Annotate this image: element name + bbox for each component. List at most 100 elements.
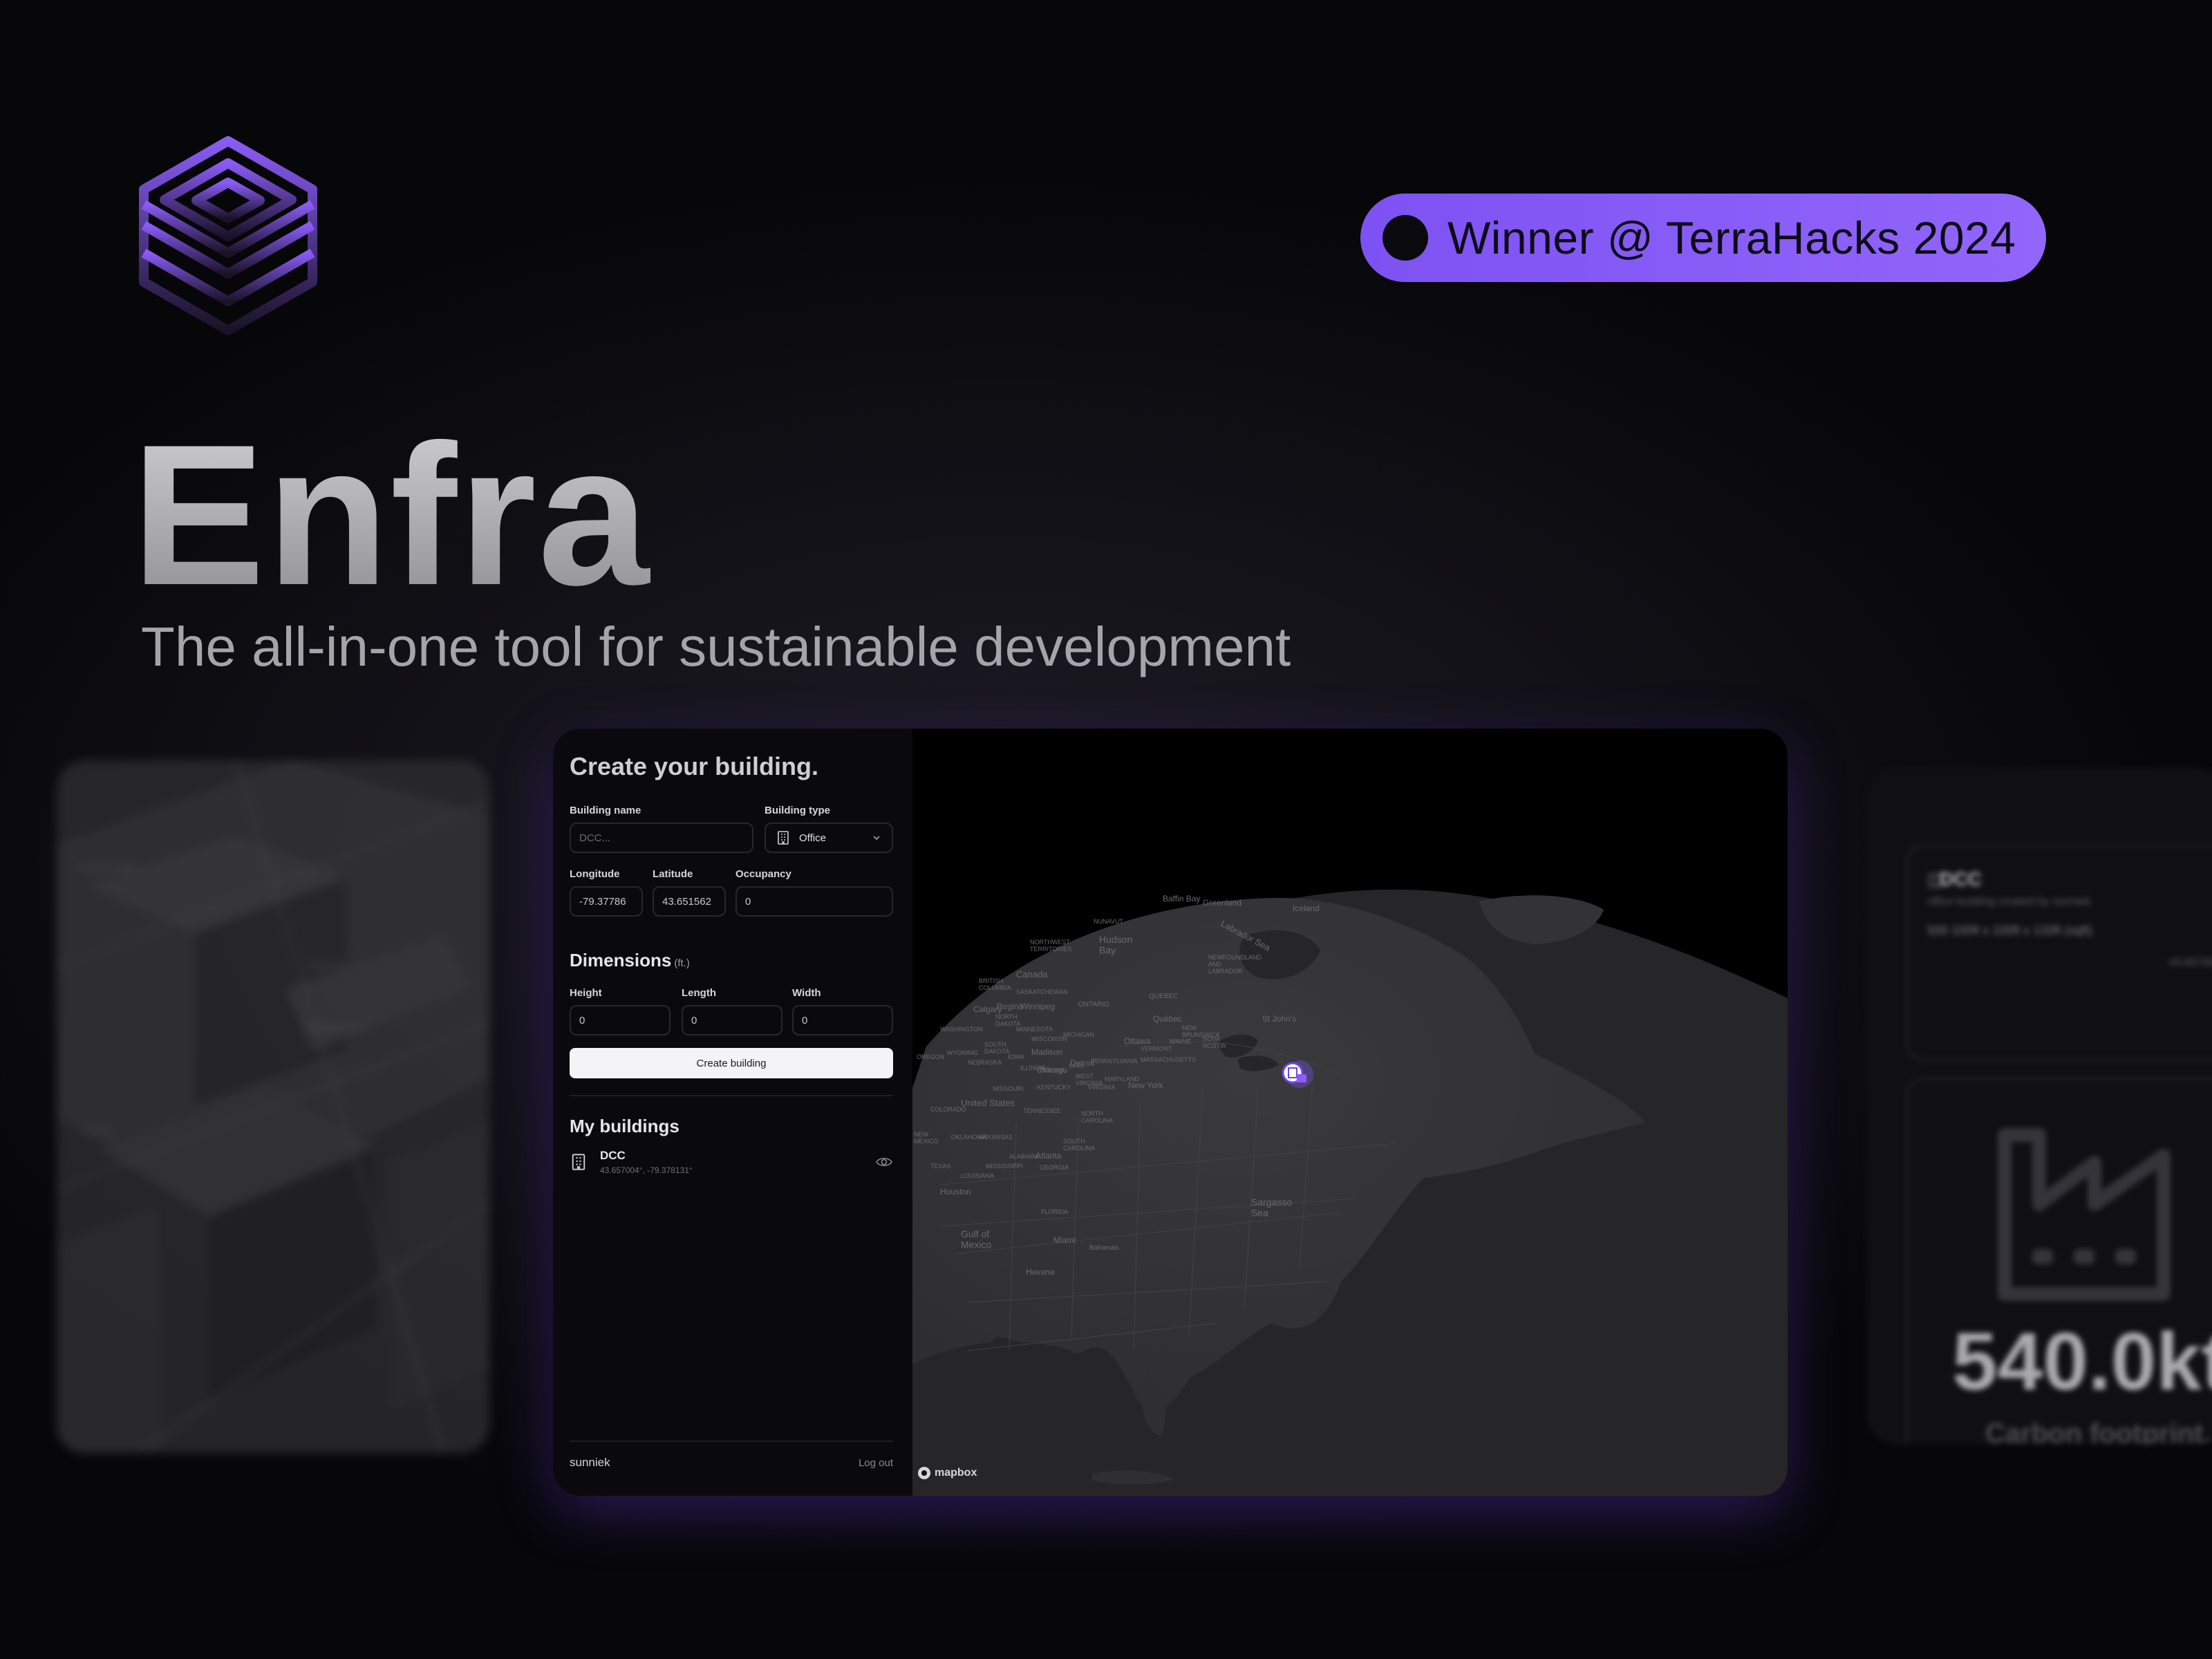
- dimensions-unit: (ft.): [674, 957, 690, 969]
- map-label-colorado: COLORADO: [930, 1106, 966, 1113]
- street-label: Gerrard St W: [77, 862, 135, 873]
- map-label-ohio: OHIO: [1069, 1062, 1085, 1069]
- map-label-arkansas: ARKANSAS: [979, 1134, 1013, 1141]
- building-type-value: Office: [799, 832, 826, 844]
- building-detail-preview-card: ◫ DCC office building created by sunniek…: [1866, 767, 2212, 1445]
- create-building-button[interactable]: Create building: [570, 1048, 893, 1078]
- map-label-missouri: MISSOURI: [993, 1085, 1024, 1092]
- map-label-madison: Madison: [1031, 1047, 1062, 1057]
- building-icon: [778, 831, 789, 845]
- map-label-saskatchewan: SASKATCHEWAN: [1016, 988, 1068, 995]
- chevron-down-icon: [873, 836, 880, 841]
- map-label-indiana: INDIANA: [1040, 1067, 1065, 1074]
- map-label-ontario: ONTARIO: [1078, 1001, 1109, 1009]
- map-label-houston: Houston: [940, 1187, 971, 1197]
- building-name-input[interactable]: [570, 823, 753, 853]
- width-input[interactable]: [792, 1005, 893, 1035]
- map-label-northwest-territories: NORTHWEST TERRITORIES: [1030, 939, 1071, 953]
- building-summary-panel: ◫ DCC office building created by sunniek…: [1906, 845, 2212, 1060]
- badge-dot-icon: [1382, 215, 1428, 261]
- map-label-havana: Havana: [1026, 1267, 1055, 1277]
- footer-divider: [570, 1441, 893, 1442]
- street-label: Yonge St: [306, 959, 344, 970]
- map-label-wyoming: WYOMING: [947, 1049, 978, 1056]
- map-label-ottawa: Ottawa: [1124, 1036, 1150, 1046]
- map-label-united-states: United States: [961, 1098, 1015, 1108]
- carbon-footprint-panel: 540.0kt Carbon footprint.: [1906, 1078, 2212, 1445]
- map-label-north-dakota: NORTH DAKOTA: [995, 1013, 1020, 1027]
- map-label-vermont: VERMONT: [1141, 1045, 1172, 1052]
- enfra-logo-icon: [138, 135, 318, 336]
- map-label-massachusetts: MASSACHUSETTS: [1141, 1056, 1196, 1063]
- map-label-georgia: GEORGIA: [1040, 1164, 1069, 1171]
- map-3d-preview-card: Gerrard St W Dundas St W Yonge St Bay St: [57, 760, 489, 1453]
- globe-map[interactable]: Baffin Bay Greenland Iceland Hudson Bay L…: [912, 729, 1788, 1496]
- street-label: Dundas St W: [306, 1021, 363, 1032]
- map-view[interactable]: Baffin Bay Greenland Iceland Hudson Bay L…: [912, 729, 1788, 1496]
- my-buildings-title: My buildings: [570, 1116, 679, 1136]
- map-label-alabama: ALABAMA: [1009, 1153, 1039, 1160]
- occupancy-input[interactable]: [735, 886, 893, 917]
- map-label-michigan: MICHIGAN: [1063, 1031, 1094, 1038]
- mapbox-attribution[interactable]: mapbox: [918, 1467, 977, 1479]
- building-list-item[interactable]: DCC 43.657004°, -79.378131°: [570, 1146, 893, 1181]
- building-type-select[interactable]: Office: [765, 823, 893, 853]
- map-label-miami: Miami: [1053, 1235, 1076, 1245]
- username: sunniek: [570, 1456, 610, 1469]
- app-window: Create your building. Building name Buil…: [553, 729, 1788, 1496]
- map-label-washington: WASHINGTON: [940, 1026, 983, 1033]
- street-label: Bay St: [84, 1125, 113, 1136]
- map-label-st-johns: St John's: [1262, 1014, 1296, 1024]
- map-label-louisiana: LOUISIANA: [961, 1172, 994, 1179]
- map-label-winnipeg: Winnipeg: [1020, 1002, 1055, 1011]
- preview-building-description: office building created by sunniek: [1927, 896, 2091, 908]
- map-label-mississippi: MISSISSIPPI: [986, 1163, 1023, 1170]
- mapbox-logo-icon: [918, 1467, 930, 1479]
- map-label-pennsylvania: PENNSYLVANIA: [1091, 1058, 1138, 1065]
- mapbox-attribution-text: mapbox: [935, 1467, 977, 1479]
- map-label-nebraska: NEBRASKA: [968, 1059, 1002, 1066]
- map-label-quebec-city: Québec: [1153, 1014, 1182, 1024]
- latitude-input[interactable]: [653, 886, 726, 917]
- map-label-wisconsin: WISCONSIN: [1031, 1035, 1067, 1042]
- map-label-atlanta: Atlanta: [1035, 1151, 1062, 1161]
- building-type-label: Building type: [765, 805, 830, 816]
- map-label-texas: TEXAS: [930, 1163, 951, 1170]
- preview-building-coords: 43.657004°, -79.: [2168, 957, 2212, 968]
- length-input[interactable]: [682, 1005, 782, 1035]
- badge-label: Winner @ TerraHacks 2024: [1447, 212, 2016, 263]
- longitude-label: Longitude: [570, 868, 620, 880]
- hero-subtitle: The all-in-one tool for sustainable deve…: [141, 616, 1291, 677]
- length-label: Length: [682, 987, 716, 999]
- section-divider: [570, 1095, 893, 1096]
- map-label-minnesota: MINNESOTA: [1016, 1026, 1053, 1033]
- factory-icon: [1998, 1128, 2171, 1301]
- building-name-label: Building name: [570, 805, 641, 816]
- eye-icon[interactable]: [875, 1154, 893, 1170]
- dimensions-title: Dimensions (ft.): [570, 950, 690, 971]
- map-label-south-dakota: SOUTH DAKOTA: [984, 1041, 1009, 1055]
- map-label-kentucky: KENTUCKY: [1037, 1084, 1071, 1091]
- hero-title: Enfra: [131, 403, 651, 627]
- longitude-input[interactable]: [570, 886, 643, 917]
- latitude-label: Latitude: [653, 868, 693, 880]
- logout-button[interactable]: Log out: [859, 1457, 893, 1469]
- map-label-iowa: IOWA: [1008, 1053, 1024, 1060]
- height-input[interactable]: [570, 1005, 671, 1035]
- map-label-nunavut: NUNAVUT: [1094, 918, 1123, 925]
- map-label-quebec: QUEBEC: [1149, 993, 1178, 1000]
- building-list-item-coords: 43.657004°, -79.378131°: [600, 1165, 693, 1175]
- map-label-iceland: Iceland: [1293, 903, 1320, 913]
- height-label: Height: [570, 987, 602, 999]
- width-label: Width: [792, 987, 821, 999]
- preview-building-stats: 500 100ft x 100ft x 120ft (sqft): [1927, 924, 2093, 937]
- map-label-florida: FLORIDA: [1041, 1208, 1068, 1215]
- map-label-tennessee: TENNESSEE: [1023, 1107, 1061, 1114]
- occupancy-label: Occupancy: [735, 868, 791, 880]
- map-label-oregon: OREGON: [917, 1053, 944, 1060]
- sidebar: Create your building. Building name Buil…: [553, 729, 912, 1496]
- map-label-gulf: Gulf of Mexico: [961, 1228, 992, 1250]
- dimensions-title-text: Dimensions: [570, 950, 672, 971]
- carbon-footprint-label: Carbon footprint.: [1985, 1418, 2211, 1445]
- form-title: Create your building.: [570, 752, 819, 780]
